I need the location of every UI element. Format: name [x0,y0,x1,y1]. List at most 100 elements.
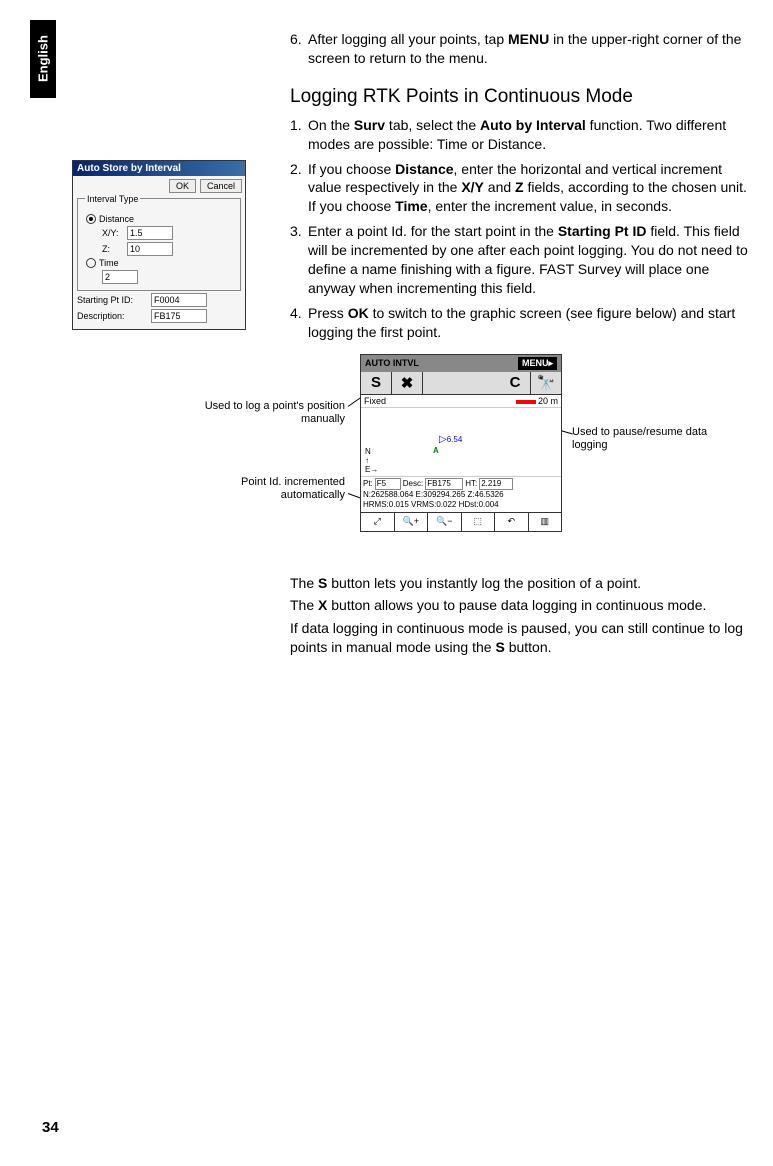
description-row: Description: FB175 [77,309,241,323]
t: Starting Pt ID [558,223,647,239]
step-text: Press OK to switch to the graphic screen… [308,304,750,342]
t: S [495,639,504,655]
t: button allows you to pause data logging … [327,597,706,613]
titlebar: Auto Store by Interval [73,161,245,176]
page-number: 34 [42,1119,59,1136]
zoom-window-icon[interactable]: ⬚ [462,513,496,531]
xy-field[interactable]: 1.5 [127,226,173,240]
para-s-button: The S button lets you instantly log the … [290,574,750,593]
t: Z [515,179,524,195]
step-6: 6. After logging all your points, tap ME… [290,30,750,68]
radio-icon[interactable] [86,214,96,224]
t: Press [308,305,348,321]
coords-line: N:262588.064 E:309294.265 Z:46.5326 [363,490,559,500]
heading-logging-rtk: Logging RTK Points in Continuous Mode [290,86,750,108]
language-tab: English [30,20,56,98]
starting-pt-field[interactable]: F0004 [151,293,207,307]
step-4: 4. Press OK to switch to the graphic scr… [290,304,750,342]
zoom-prev-icon[interactable]: ↶ [495,513,529,531]
pt-label: Pt: [363,479,373,489]
compass-icon: N↑E→ [365,447,378,474]
t: On the [308,117,354,133]
step-3: 3. Enter a point Id. for the start point… [290,222,750,298]
text: After logging all your points, tap [308,31,508,47]
titlebar: AUTO INTVL MENU▸ [361,355,561,372]
figure-auto-interval: Used to log a point's position manually … [120,348,740,568]
callout-pause: Used to pause/resume data logging [572,426,737,454]
distance-radio-row[interactable]: Distance [86,214,236,224]
step-1: 1. On the Surv tab, select the Auto by I… [290,116,750,154]
window-title: AUTO INTVL [365,358,419,368]
step-number: 6. [290,30,308,68]
description-label: Description: [77,311,147,321]
t: and [484,179,515,195]
time-radio-row[interactable]: Time [86,258,236,268]
t: X [318,597,327,613]
radio-icon[interactable] [86,258,96,268]
map-canvas[interactable]: ▷6.54 A N↑E→ [361,408,561,477]
a-marker: A [433,446,439,455]
ok-button[interactable]: OK [169,179,196,193]
toolbar: S ✖ C 🔭 [361,372,561,395]
time-field[interactable]: 2 [102,270,138,284]
t: , enter the increment value, in seconds. [428,198,672,214]
status-bar: Fixed 20 m [361,395,561,408]
starting-pt-label: Starting Pt ID: [77,295,147,305]
step-number: 4. [290,304,308,342]
zoom-toolbar: ⤢ 🔍+ 🔍− ⬚ ↶ ▥ [361,512,561,531]
x-button[interactable]: ✖ [392,372,423,394]
step-number: 1. [290,116,308,154]
description-field[interactable]: FB175 [151,309,207,323]
scale-text: 20 m [538,396,558,406]
step-text: Enter a point Id. for the start point in… [308,222,750,298]
c-button[interactable]: C [500,372,531,394]
t: Surv [354,117,385,133]
t: button. [505,639,552,655]
t: Time [395,198,427,214]
t: S [318,575,327,591]
auto-interval-window: AUTO INTVL MENU▸ S ✖ C 🔭 Fixed 20 m ▷6.5… [360,354,562,532]
spacer [423,372,500,394]
menu-button[interactable]: MENU▸ [518,357,557,370]
desc-field[interactable]: FB175 [425,478,463,490]
step-number: 2. [290,160,308,217]
t: The [290,575,318,591]
desc-label: Desc: [403,479,423,489]
cancel-button[interactable]: Cancel [200,179,242,193]
t: OK [348,305,369,321]
step-number: 3. [290,222,308,298]
point-marker-icon: ▷6.54 [439,434,462,445]
xy-label: X/Y: [102,228,124,238]
zoom-extents-icon[interactable]: ⤢ [361,513,395,531]
layers-icon[interactable]: ▥ [529,513,562,531]
scale: 20 m [514,396,558,406]
callout-point-id: Point Id. incremented automatically [180,476,345,504]
step-text: If you choose Distance, enter the horizo… [308,160,750,217]
pt-field[interactable]: F5 [375,478,401,490]
t: Auto by Interval [480,117,586,133]
menu-word: MENU [508,31,549,47]
fix-status: Fixed [364,396,386,406]
z-field[interactable]: 10 [127,242,173,256]
button-bar: OK Cancel [73,176,245,196]
para-paused: If data logging in continuous mode is pa… [290,619,750,657]
zoom-out-icon[interactable]: 🔍− [428,513,462,531]
z-label: Z: [102,244,124,254]
point-value: 6.54 [447,435,463,444]
starting-pt-row: Starting Pt ID: F0004 [77,293,241,307]
zoom-in-icon[interactable]: 🔍+ [395,513,429,531]
t: The [290,597,318,613]
t: Distance [395,161,453,177]
step-text: On the Surv tab, select the Auto by Inte… [308,116,750,154]
binoculars-icon[interactable]: 🔭 [531,372,561,394]
step-2: 2. If you choose Distance, enter the hor… [290,160,750,217]
t: to switch to the graphic screen (see fig… [308,305,735,340]
s-button[interactable]: S [361,372,392,394]
group-title: Interval Type [85,194,140,204]
t: button lets you instantly log the positi… [327,575,641,591]
ht-field[interactable]: 2.219 [479,478,513,490]
t: Enter a point Id. for the start point in… [308,223,558,239]
interval-type-group: Interval Type Distance X/Y: 1.5 Z: 10 Ti… [77,198,241,291]
para-x-button: The X button allows you to pause data lo… [290,596,750,615]
distance-label: Distance [99,214,134,224]
